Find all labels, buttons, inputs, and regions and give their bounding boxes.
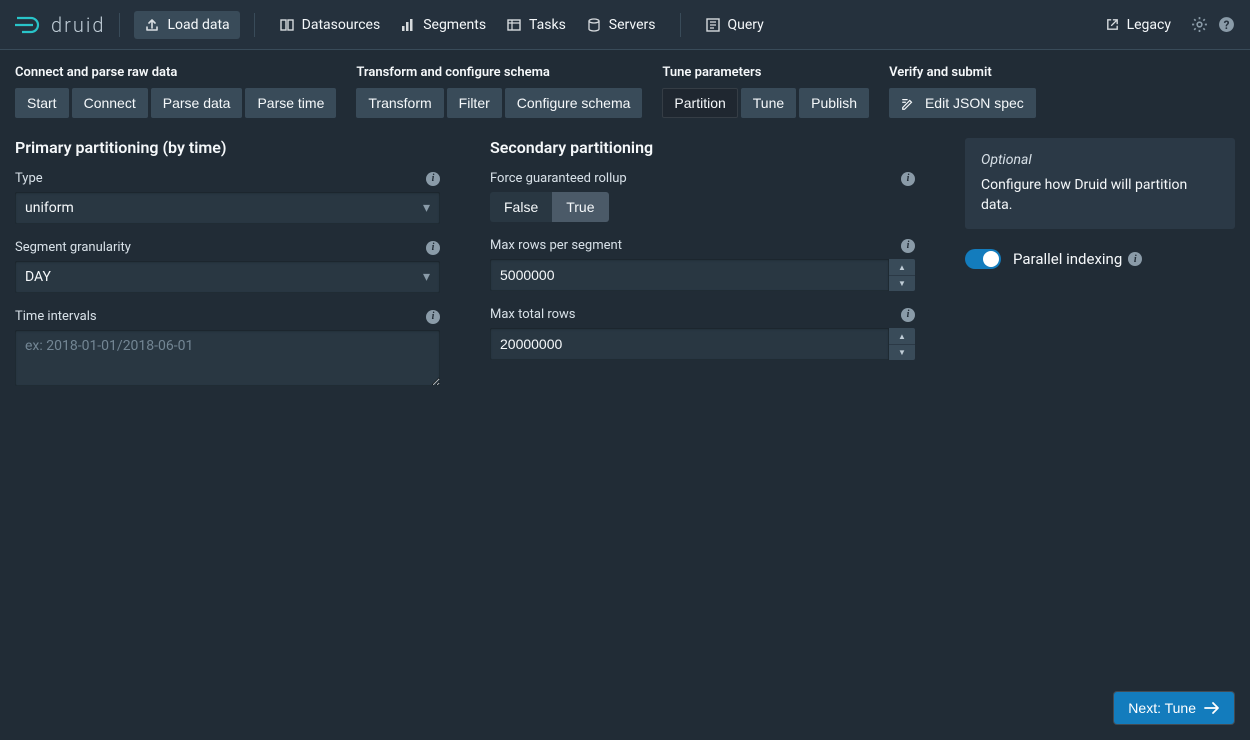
parallel-indexing-label: Parallel indexing xyxy=(1013,250,1122,268)
decrement-button[interactable]: ▼ xyxy=(889,276,915,292)
decrement-button[interactable]: ▼ xyxy=(889,345,915,361)
main-content: Primary partitioning (by time) Type i un… xyxy=(0,128,1250,416)
nav-label: Query xyxy=(728,17,764,33)
nav-label: Load data xyxy=(167,17,229,33)
next-label: Next: Tune xyxy=(1128,700,1196,716)
rollup-toggle: False True xyxy=(490,192,915,222)
top-navbar: druid Load data Datasources Segments Tas… xyxy=(0,0,1250,50)
nav-divider xyxy=(254,13,255,37)
arrow-right-icon xyxy=(1204,701,1220,715)
step-tune[interactable]: Tune xyxy=(741,88,796,118)
nav-divider xyxy=(119,13,120,37)
info-icon[interactable]: i xyxy=(426,310,440,324)
primary-heading: Primary partitioning (by time) xyxy=(15,138,440,157)
info-icon[interactable]: i xyxy=(426,172,440,186)
nav-datasources[interactable]: Datasources xyxy=(269,11,391,39)
tasks-icon xyxy=(506,17,522,33)
max-total-rows-label: Max total rows xyxy=(490,307,576,322)
info-icon[interactable]: i xyxy=(426,241,440,255)
next-tune-button[interactable]: Next: Tune xyxy=(1114,692,1234,724)
parallel-indexing-switch[interactable] xyxy=(965,249,1001,269)
intervals-textarea[interactable] xyxy=(15,330,440,386)
step-group-verify: Verify and submit Edit JSON spec xyxy=(889,65,1036,118)
nav-label: Legacy xyxy=(1127,17,1171,33)
secondary-partitioning-column: Secondary partitioning Force guaranteed … xyxy=(490,138,915,406)
step-group-transform: Transform and configure schema Transform… xyxy=(356,65,642,118)
svg-text:?: ? xyxy=(1224,18,1230,32)
step-publish[interactable]: Publish xyxy=(799,88,869,118)
step-label: Edit JSON spec xyxy=(925,95,1024,111)
nav-label: Servers xyxy=(609,17,656,33)
step-group-label: Verify and submit xyxy=(889,65,1036,80)
type-label: Type xyxy=(15,171,43,186)
step-partition[interactable]: Partition xyxy=(662,88,737,118)
step-group-label: Connect and parse raw data xyxy=(15,65,336,80)
step-transform[interactable]: Transform xyxy=(356,88,443,118)
callout-title: Optional xyxy=(981,152,1219,168)
upload-icon xyxy=(144,17,160,33)
external-link-icon xyxy=(1105,17,1120,32)
type-select[interactable]: uniform xyxy=(15,192,440,224)
nav-label: Tasks xyxy=(529,17,566,33)
nav-legacy[interactable]: Legacy xyxy=(1095,11,1181,39)
step-group-connect: Connect and parse raw data Start Connect… xyxy=(15,65,336,118)
info-icon[interactable]: i xyxy=(901,172,915,186)
datasources-icon xyxy=(279,17,295,33)
brand-text: druid xyxy=(51,13,105,37)
granularity-select[interactable]: DAY xyxy=(15,261,440,293)
nav-divider xyxy=(680,13,681,37)
granularity-label: Segment granularity xyxy=(15,240,131,255)
druid-logo-icon xyxy=(15,14,43,36)
info-icon[interactable]: i xyxy=(901,308,915,322)
info-icon[interactable]: i xyxy=(1128,252,1142,266)
max-rows-segment-label: Max rows per segment xyxy=(490,238,622,253)
step-parse-data[interactable]: Parse data xyxy=(151,88,243,118)
nav-query[interactable]: Query xyxy=(695,11,774,39)
step-group-label: Tune parameters xyxy=(662,65,869,80)
nav-load-data[interactable]: Load data xyxy=(134,11,239,39)
rollup-true-button[interactable]: True xyxy=(552,192,608,222)
primary-partitioning-column: Primary partitioning (by time) Type i un… xyxy=(15,138,440,406)
gear-icon[interactable] xyxy=(1191,16,1208,33)
brand-logo[interactable]: druid xyxy=(15,13,105,37)
step-edit-json-spec[interactable]: Edit JSON spec xyxy=(889,88,1036,118)
side-column: Optional Configure how Druid will partit… xyxy=(965,138,1235,406)
callout-body: Configure how Druid will partition data. xyxy=(981,176,1219,215)
rollup-false-button[interactable]: False xyxy=(490,192,552,222)
secondary-heading: Secondary partitioning xyxy=(490,138,915,157)
info-icon[interactable]: i xyxy=(901,239,915,253)
wizard-steps: Connect and parse raw data Start Connect… xyxy=(0,50,1250,128)
step-start[interactable]: Start xyxy=(15,88,69,118)
nav-label: Segments xyxy=(423,17,486,33)
step-parse-time[interactable]: Parse time xyxy=(245,88,336,118)
increment-button[interactable]: ▲ xyxy=(889,328,915,345)
increment-button[interactable]: ▲ xyxy=(889,259,915,276)
rollup-label: Force guaranteed rollup xyxy=(490,171,627,186)
step-group-label: Transform and configure schema xyxy=(356,65,642,80)
query-icon xyxy=(705,17,721,33)
max-total-rows-input[interactable] xyxy=(490,328,889,360)
parallel-indexing-row: Parallel indexing i xyxy=(965,249,1235,269)
servers-icon xyxy=(586,17,602,33)
nav-servers[interactable]: Servers xyxy=(576,11,666,39)
step-filter[interactable]: Filter xyxy=(447,88,502,118)
segments-icon xyxy=(400,17,416,33)
max-rows-segment-input[interactable] xyxy=(490,259,889,291)
nav-label: Datasources xyxy=(302,17,381,33)
optional-callout: Optional Configure how Druid will partit… xyxy=(965,138,1235,229)
switch-knob xyxy=(983,251,999,267)
step-connect[interactable]: Connect xyxy=(72,88,148,118)
edit-json-icon xyxy=(901,97,915,111)
step-configure-schema[interactable]: Configure schema xyxy=(505,88,643,118)
step-group-tune: Tune parameters Partition Tune Publish xyxy=(662,65,869,118)
nav-tasks[interactable]: Tasks xyxy=(496,11,576,39)
help-icon[interactable]: ? xyxy=(1218,16,1235,33)
nav-segments[interactable]: Segments xyxy=(390,11,496,39)
intervals-label: Time intervals xyxy=(15,309,97,324)
